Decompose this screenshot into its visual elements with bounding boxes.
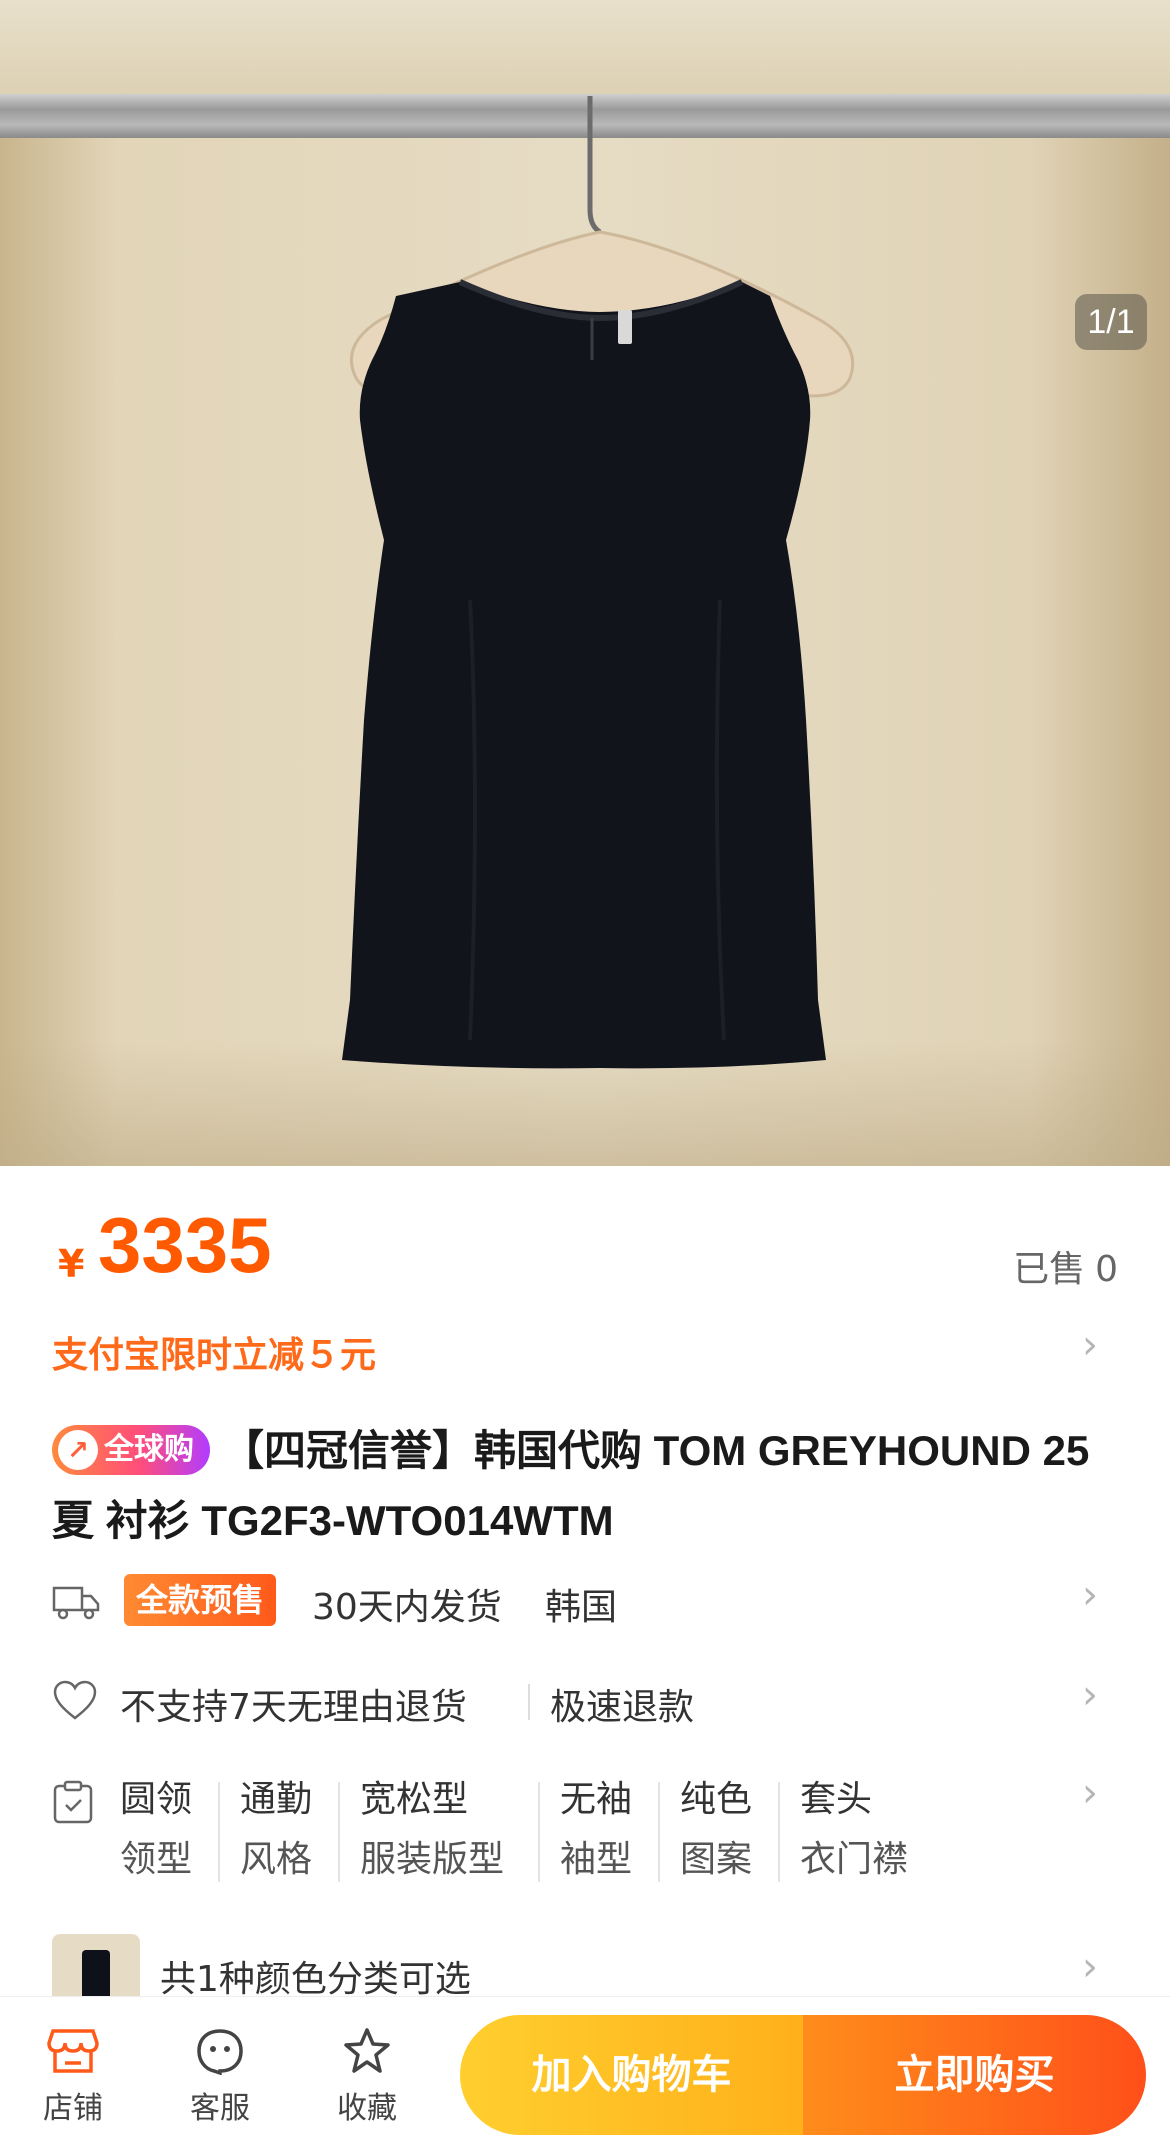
favorite-label: 收藏 [337, 2091, 397, 2126]
attribute-key: 图案 [680, 1839, 753, 1880]
attribute-key: 衣门襟 [800, 1839, 909, 1880]
bottom-action-bar: 店铺 客服 收藏 加入购物车 立即购买 [0, 1996, 1170, 2155]
truck-icon [52, 1586, 100, 1620]
divider [528, 1684, 530, 1720]
chevron-right-icon[interactable]: › [1082, 1770, 1098, 1816]
shop-label: 店铺 [43, 2091, 103, 2126]
service-icon [197, 2029, 243, 2075]
shipping-origin: 韩国 [545, 1587, 618, 1628]
sku-thumbnail [52, 1934, 140, 1996]
garment-photo [342, 96, 855, 1069]
attribute-item: 无袖 袖型 [560, 1770, 632, 1890]
attribute-value: 圆领 [120, 1779, 193, 1820]
presale-badge: 全款预售 [124, 1574, 277, 1626]
price-row: ¥ 3335 已售 0 [52, 1200, 1118, 1290]
divider [218, 1782, 220, 1882]
divider [658, 1782, 660, 1882]
sku-selector[interactable]: 共1种颜色分类可选 › [52, 1934, 1118, 1996]
image-counter: 1/1 [1075, 294, 1147, 350]
sold-label: 已售 [1013, 1249, 1086, 1290]
divider [778, 1782, 780, 1882]
divider [338, 1782, 340, 1882]
attribute-item: 圆领 领型 [120, 1770, 192, 1890]
add-to-cart-button[interactable]: 加入购物车 [460, 2015, 803, 2135]
attribute-item: 套头 衣门襟 [800, 1770, 908, 1890]
sold-number: 0 [1095, 1249, 1118, 1290]
star-icon [344, 2028, 390, 2073]
attribute-item: 纯色 图案 [680, 1770, 752, 1890]
currency-symbol: ¥ [58, 1242, 85, 1286]
attribute-item: 宽松型 服装版型 [360, 1770, 504, 1890]
attribute-value: 通勤 [240, 1779, 313, 1820]
attribute-item: 通勤 风格 [240, 1770, 312, 1890]
attribute-value: 纯色 [680, 1779, 753, 1820]
clipboard-icon [53, 1780, 93, 1824]
returns-policy: 不支持7天无理由退货 [120, 1687, 467, 1728]
shop-button[interactable]: 店铺 [13, 2027, 133, 2127]
attribute-value: 无袖 [560, 1779, 633, 1820]
price-amount: 3335 [98, 1201, 272, 1289]
divider [538, 1782, 540, 1882]
attribute-key: 风格 [240, 1839, 313, 1880]
chevron-right-icon[interactable]: › [1082, 1672, 1098, 1718]
product-title: ↗ 全球购 【四冠信誉】韩国代购 TOM GREYHOUND 25夏 衬衫 TG2F… [52, 1416, 1118, 1556]
attribute-key: 袖型 [560, 1839, 633, 1880]
chevron-right-icon[interactable]: › [1082, 1322, 1098, 1368]
product-image[interactable]: 1/1 [0, 0, 1170, 1166]
attribute-value: 宽松型 [360, 1779, 469, 1820]
service-label: 客服 [190, 2091, 250, 2126]
promo-text[interactable]: 支付宝限时立减５元 [52, 1326, 376, 1378]
returns-row[interactable]: 不支持7天无理由退货 极速退款 › [52, 1672, 1118, 1730]
attribute-value: 套头 [800, 1779, 873, 1820]
shipping-time: 30天内发货 [312, 1587, 502, 1628]
sold-count: 已售 0 [1013, 1240, 1118, 1292]
attributes-row[interactable]: 圆领 领型 通勤 风格 宽松型 服装版型 无袖 袖型 纯色 图案 套头 衣门襟 … [52, 1770, 1118, 1890]
attribute-key: 服装版型 [360, 1839, 505, 1880]
favorite-button[interactable]: 收藏 [307, 2027, 427, 2127]
global-buy-icon: ↗ [58, 1430, 98, 1470]
chevron-right-icon[interactable]: › [1082, 1572, 1098, 1618]
global-buy-badge: ↗ 全球购 [52, 1425, 210, 1475]
sku-thumbnail-garment [82, 1950, 110, 1996]
customer-service-button[interactable]: 客服 [160, 2027, 280, 2127]
shipping-row[interactable]: 全款预售 30天内发货 韩国 › [52, 1572, 1118, 1630]
heart-icon [53, 1680, 97, 1720]
fast-refund: 极速退款 [550, 1687, 695, 1728]
attribute-key: 领型 [120, 1839, 193, 1880]
buy-now-button[interactable]: 立即购买 [803, 2015, 1146, 2135]
shop-icon [47, 2029, 99, 2073]
global-buy-label: 全球购 [104, 1433, 194, 1466]
chevron-right-icon[interactable]: › [1082, 1944, 1098, 1990]
sku-count-text: 共1种颜色分类可选 [160, 1959, 471, 1996]
